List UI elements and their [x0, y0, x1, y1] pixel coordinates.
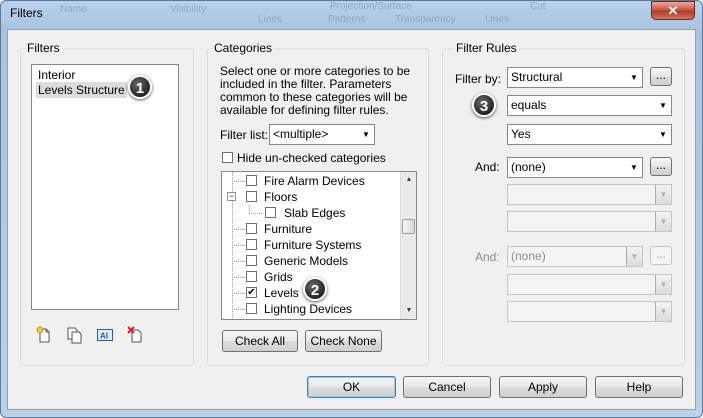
category-checkbox[interactable]: [246, 255, 257, 266]
and-1-field-dropdown[interactable]: (none) ▼: [507, 157, 643, 178]
category-checkbox[interactable]: [246, 191, 257, 202]
svg-text:AI: AI: [100, 332, 108, 341]
rename-filter-icon[interactable]: AI: [96, 326, 114, 344]
value-dropdown[interactable]: Yes ▼: [507, 124, 672, 145]
and-2-field-dropdown: (none) ▼: [507, 246, 643, 267]
value-value: Yes: [511, 127, 531, 141]
scroll-down-icon[interactable]: ▼: [401, 303, 416, 319]
title-ghost-text: Name: [60, 4, 87, 15]
category-checkbox[interactable]: [246, 239, 257, 250]
filter-list-label: Filter list:: [220, 128, 268, 142]
cancel-button[interactable]: Cancel: [403, 376, 491, 398]
and-2-value-dropdown: ▼: [507, 301, 672, 322]
filter-by-label: Filter by:: [455, 72, 502, 86]
and-1-ellipsis-button[interactable]: ...: [650, 157, 672, 176]
chevron-down-icon: ▼: [655, 275, 671, 294]
category-checkbox[interactable]: [246, 175, 257, 186]
filter-by-ellipsis-button[interactable]: ...: [650, 67, 672, 86]
close-button[interactable]: ✕: [651, 1, 695, 20]
chevron-down-icon: ▼: [630, 73, 638, 82]
category-checkbox[interactable]: [246, 223, 257, 234]
duplicate-filter-icon[interactable]: [65, 326, 83, 344]
check-none-button[interactable]: Check None: [305, 330, 382, 352]
tree-guide-line: [249, 205, 250, 213]
collapse-icon[interactable]: −: [227, 192, 236, 201]
filter-by-value: Structural: [511, 70, 563, 84]
chevron-down-icon: ▼: [630, 163, 638, 172]
category-item-generic-models[interactable]: Generic Models: [264, 253, 348, 269]
help-button[interactable]: Help: [595, 376, 683, 398]
category-checkbox[interactable]: [246, 303, 257, 314]
filter-item-interior[interactable]: Interior: [36, 67, 77, 83]
category-item-floors[interactable]: Floors: [264, 189, 297, 205]
tree-guide-line: [232, 277, 245, 278]
category-item-grids[interactable]: Grids: [264, 269, 293, 285]
categories-instructions: Select one or more categories to be incl…: [220, 64, 411, 117]
chevron-down-icon: ▼: [626, 247, 642, 266]
filters-group-label: Filters: [25, 41, 62, 55]
and-1-value-dropdown: ▼: [507, 211, 672, 232]
and-2-value: (none): [511, 249, 546, 263]
tree-guide-line: [232, 309, 245, 310]
categories-group-label: Categories: [212, 41, 275, 55]
window-title: Filters: [10, 6, 43, 20]
category-checkbox-checked[interactable]: ✔: [246, 287, 257, 298]
tree-guide-line: [232, 181, 245, 182]
filter-by-dropdown[interactable]: Structural ▼: [507, 67, 643, 88]
and-2-ellipsis-button: ...: [650, 246, 672, 265]
and-1-operator-dropdown: ▼: [507, 184, 672, 205]
operator-dropdown[interactable]: equals ▼: [507, 95, 672, 116]
hide-unchecked-checkbox[interactable]: [222, 152, 233, 163]
chevron-down-icon: ▼: [655, 302, 671, 321]
category-checkbox[interactable]: [265, 207, 276, 218]
chevron-down-icon: ▼: [655, 185, 671, 204]
tree-guide-line: [232, 229, 245, 230]
tree-guide-line: [232, 245, 245, 246]
check-all-button[interactable]: Check All: [222, 330, 298, 352]
category-item-slab-edges[interactable]: Slab Edges: [284, 205, 345, 221]
category-item-furniture-systems[interactable]: Furniture Systems: [264, 237, 361, 253]
callout-3: 3: [472, 93, 496, 117]
category-item-furniture[interactable]: Furniture: [264, 221, 312, 237]
ok-button[interactable]: OK: [307, 376, 396, 398]
new-filter-icon[interactable]: [35, 326, 53, 344]
category-item-lighting-devices[interactable]: Lighting Devices: [264, 301, 352, 317]
and-2-label: And:: [475, 250, 500, 264]
title-ghost-text: Cut: [530, 1, 546, 12]
scroll-thumb[interactable]: [402, 219, 415, 234]
hide-unchecked-label: Hide un-checked categories: [237, 151, 386, 165]
chevron-down-icon: ▼: [659, 101, 667, 110]
and-1-label: And:: [475, 160, 500, 174]
category-checkbox[interactable]: [246, 271, 257, 282]
tree-guide-line: [232, 293, 245, 294]
delete-filter-icon[interactable]: [127, 326, 145, 344]
filter-list-dropdown[interactable]: <multiple> ▼: [269, 124, 375, 145]
filter-list-value: <multiple>: [273, 127, 329, 141]
chevron-down-icon: ▼: [655, 212, 671, 231]
chevron-down-icon: ▼: [362, 130, 370, 139]
and-1-value: (none): [511, 160, 546, 174]
category-item-fire-alarm-devices[interactable]: Fire Alarm Devices: [264, 173, 365, 189]
tree-guide-line: [249, 213, 262, 214]
callout-2: 2: [303, 277, 327, 301]
tree-scrollbar[interactable]: ▲ ▼: [400, 172, 416, 319]
apply-button[interactable]: Apply: [499, 376, 587, 398]
callout-1: 1: [128, 75, 152, 99]
filter-item-levels-structure[interactable]: Levels Structure: [36, 82, 127, 98]
category-item-levels[interactable]: Levels: [264, 285, 299, 301]
scroll-up-icon[interactable]: ▲: [401, 172, 416, 188]
and-2-operator-dropdown: ▼: [507, 274, 672, 295]
filter-rules-group-label: Filter Rules: [454, 41, 519, 55]
tree-guide-line: [232, 261, 245, 262]
filters-listbox[interactable]: Interior Levels Structure: [31, 64, 179, 310]
chevron-down-icon: ▼: [659, 130, 667, 139]
operator-value: equals: [511, 98, 547, 112]
title-ghost-text: Visibility: [170, 4, 206, 15]
